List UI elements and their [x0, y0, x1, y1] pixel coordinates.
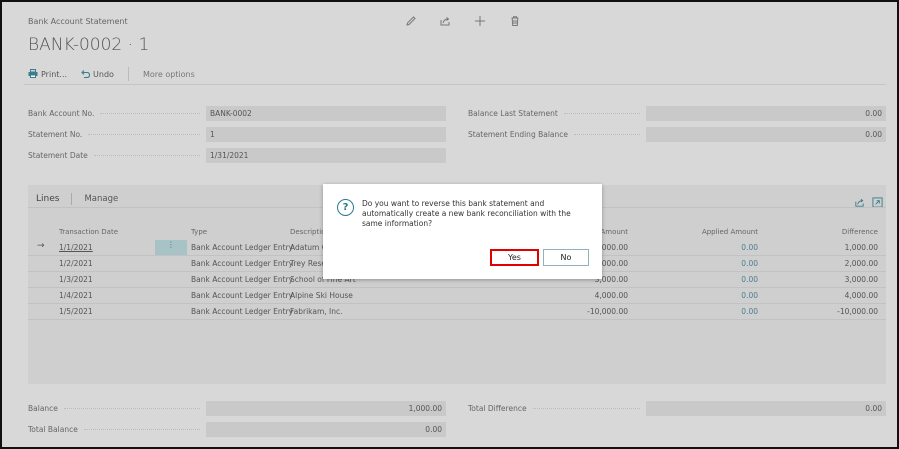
action-bar: Print... Undo More options [28, 66, 209, 82]
row-arrow-icon: → [37, 241, 45, 251]
col-type[interactable]: Type [191, 228, 207, 236]
printer-icon [28, 68, 38, 80]
question-icon: ? [337, 199, 354, 216]
col-difference[interactable]: Difference [808, 228, 878, 236]
delete-icon[interactable] [508, 14, 522, 28]
total-difference-field[interactable]: 0.00 [646, 401, 886, 416]
lines-header: Lines Manage [36, 193, 118, 205]
bank-account-no-field[interactable]: BANK-0002 [206, 106, 446, 121]
statement-no-label: Statement No. [28, 127, 206, 142]
undo-button[interactable]: Undo [81, 69, 114, 80]
statement-no-field[interactable]: 1 [206, 127, 446, 142]
page-caption: Bank Account Statement [28, 17, 128, 26]
print-label: Print... [41, 69, 68, 79]
statement-date-label: Statement Date [28, 148, 206, 163]
yes-button[interactable]: Yes [490, 249, 539, 266]
row-menu-icon[interactable]: ⋮ [155, 240, 187, 255]
table-row[interactable]: 1/4/2021 Bank Account Ledger Entry Alpin… [28, 288, 886, 304]
tab-separator [71, 193, 73, 205]
col-applied-amount[interactable]: Applied Amount [688, 228, 758, 236]
col-transaction-date[interactable]: Transaction Date [59, 228, 118, 236]
action-separator [127, 67, 129, 81]
more-options-button[interactable]: More options [143, 70, 195, 79]
total-difference-label: Total Difference [468, 401, 646, 416]
bank-account-no-label: Bank Account No. [28, 106, 206, 121]
tab-manage[interactable]: Manage [84, 194, 118, 204]
undo-label: Undo [93, 69, 114, 79]
total-balance-label: Total Balance [28, 422, 206, 437]
share-icon[interactable] [854, 193, 865, 212]
undo-icon [81, 69, 91, 80]
print-button[interactable]: Print... [28, 68, 68, 80]
add-icon[interactable] [473, 14, 487, 28]
page-title: BANK-0002 · 1 [28, 35, 150, 55]
share-icon[interactable] [438, 14, 452, 28]
balance-last-statement-field[interactable]: 0.00 [646, 106, 886, 121]
divider [24, 84, 886, 85]
total-balance-field[interactable]: 0.00 [206, 422, 446, 437]
edit-icon[interactable] [404, 14, 418, 28]
balance-last-statement-label: Balance Last Statement [468, 106, 646, 121]
confirm-dialog: ? Do you want to reverse this bank state… [323, 184, 602, 279]
tab-lines[interactable]: Lines [36, 194, 59, 204]
no-button[interactable]: No [543, 249, 589, 266]
page: Bank Account Statement BANK-0002 · 1 Pri… [0, 0, 899, 449]
statement-ending-balance-field[interactable]: 0.00 [646, 127, 886, 142]
expand-icon[interactable] [872, 193, 883, 212]
table-row[interactable]: 1/5/2021 Bank Account Ledger Entry Fabri… [28, 304, 886, 320]
statement-date-field[interactable]: 1/31/2021 [206, 148, 446, 163]
dialog-message: Do you want to reverse this bank stateme… [362, 199, 571, 228]
balance-label: Balance [28, 401, 206, 416]
statement-ending-balance-label: Statement Ending Balance [468, 127, 646, 142]
balance-field[interactable]: 1,000.00 [206, 401, 446, 416]
